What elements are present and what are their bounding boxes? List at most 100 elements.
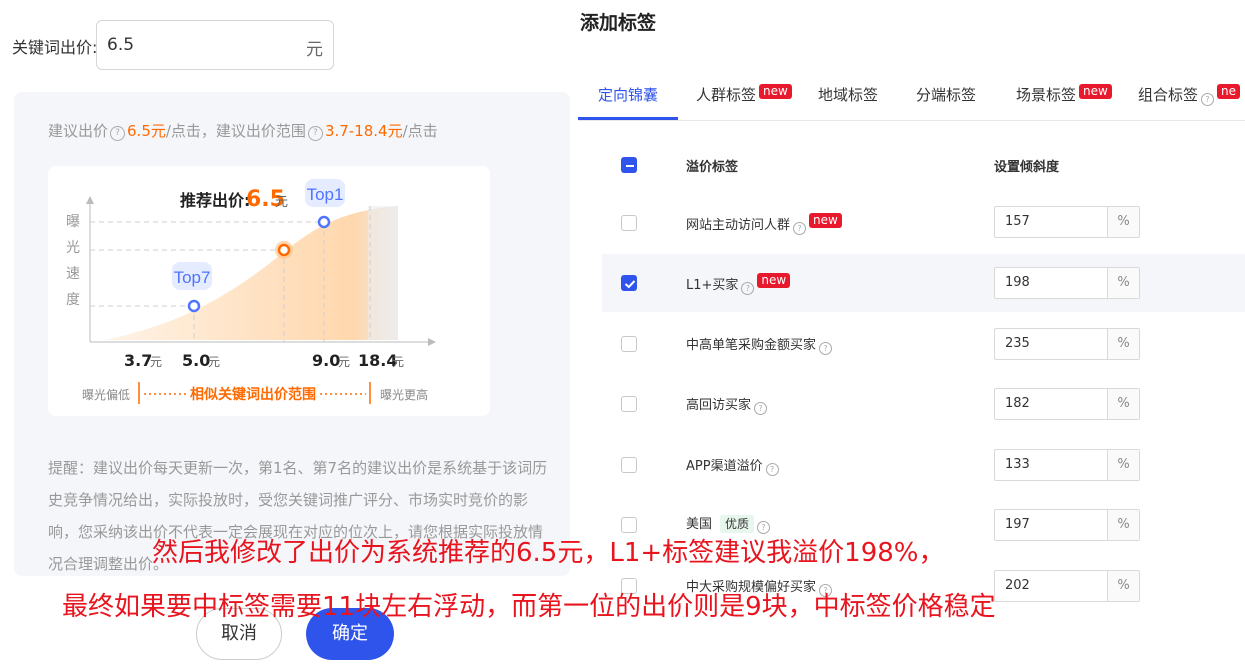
slope-value: 182: [1005, 396, 1030, 411]
ylabel-char-3: 速: [66, 266, 80, 282]
x-tick-2: 5.0: [182, 351, 210, 370]
tag-name: APP渠道溢价: [686, 459, 763, 474]
tag-name: 中高单笔采购金额买家: [686, 338, 817, 353]
help-icon[interactable]: ?: [765, 463, 779, 476]
row-checkbox-checked[interactable]: [621, 275, 637, 291]
help-icon[interactable]: ?: [1201, 93, 1215, 106]
top7-label: Top7: [174, 268, 211, 287]
help-icon[interactable]: ?: [793, 222, 807, 235]
bid-input[interactable]: 6.5 元: [96, 20, 334, 70]
x-tick-1: 3.7: [124, 351, 152, 370]
slope-input[interactable]: 182%: [994, 388, 1140, 420]
ylabel-char-2: 光: [66, 240, 80, 256]
slope-value: 235: [1005, 336, 1030, 351]
x-axis-arrow: [428, 338, 436, 346]
x-tick-3: 9.0: [312, 351, 340, 370]
row-checkbox[interactable]: [621, 336, 637, 352]
tab-label: 定向锦囊: [598, 86, 659, 104]
bid-value: 6.5: [107, 35, 135, 55]
ylabel-char-1: 曝: [66, 214, 80, 230]
x-tick-2-unit: 元: [208, 355, 220, 369]
help-icon[interactable]: ?: [741, 282, 755, 295]
slope-input[interactable]: 235%: [994, 328, 1140, 360]
tab-label: 组合标签: [1138, 86, 1199, 104]
similar-range-label: 相似关键词出价范围: [190, 386, 316, 403]
bid-label: 关键词出价:: [12, 38, 98, 57]
tag-tabs: 定向锦囊 人群标签 new 地域标签 分端标签 场景标签 new 组合标签 ?ne: [578, 72, 1245, 121]
slope-input[interactable]: 157%: [994, 206, 1140, 238]
recommended-point: [277, 243, 291, 257]
ylabel-char-4: 度: [66, 292, 80, 308]
tab-scene-tags[interactable]: 场景标签 new: [1016, 84, 1112, 105]
row-checkbox[interactable]: [621, 517, 637, 533]
exposure-low-label: 曝光偏低: [82, 387, 130, 402]
slope-input[interactable]: 198%: [994, 267, 1140, 299]
new-badge: new: [809, 213, 842, 228]
slope-input[interactable]: 133%: [994, 449, 1140, 481]
tab-combo-tags[interactable]: 组合标签 ?ne: [1138, 84, 1241, 106]
x-tick-1-unit: 元: [150, 355, 162, 369]
slope-input[interactable]: 202%: [994, 570, 1140, 602]
suggestion-suffix: /点击: [402, 122, 438, 140]
help-icon[interactable]: ?: [819, 342, 833, 355]
add-tag-title: 添加标签: [580, 12, 657, 34]
suggested-price: 6.5元: [127, 122, 166, 140]
select-all-checkbox[interactable]: [621, 157, 637, 173]
minus-icon: [626, 165, 634, 167]
percent-unit: %: [1107, 450, 1139, 480]
row-checkbox[interactable]: [621, 396, 637, 412]
top1-label: Top1: [307, 185, 344, 204]
x-tick-4-unit: 元: [392, 355, 404, 369]
top7-point: [187, 299, 201, 313]
bid-chart: Top7 Top1 推荐出价: 6.5 元 曝 光 速 度 3.7 元 5.0 …: [66, 179, 436, 404]
quality-badge: 优质: [720, 515, 755, 533]
header-tag-name: 溢价标签: [686, 160, 739, 175]
suggestion-line: 建议出价? 6.5元/点击，建议出价范围? 3.7-18.4元/点击: [48, 120, 438, 141]
table-row: 美国 优质?: [686, 513, 771, 534]
tab-label: 场景标签: [1016, 86, 1077, 104]
tab-crowd-tags[interactable]: 人群标签 new: [696, 84, 792, 105]
caption-line-1: 然后我修改了出价为系统推荐的6.5元，L1+标签建议我溢价198%，: [152, 538, 945, 568]
tag-name: 网站主动访问人群: [686, 218, 791, 233]
tag-name: 高回访买家: [686, 398, 752, 413]
tag-name: 美国: [686, 517, 713, 532]
table-row: 中高单笔采购金额买家?: [686, 334, 833, 355]
slope-input[interactable]: 197%: [994, 509, 1140, 541]
slope-value: 157: [1005, 214, 1030, 229]
table-row: L1+买家 ?new: [686, 273, 791, 295]
percent-unit: %: [1107, 510, 1139, 540]
top1-point: [317, 215, 331, 229]
active-tab-indicator: [578, 117, 678, 120]
help-icon[interactable]: ?: [754, 402, 768, 415]
suggestion-mid: /点击，建议出价范围: [165, 122, 306, 140]
caption-line-2: 最终如果要中标签需要11块左右浮动，而第一位的出价则是9块，中标签价格稳定: [62, 592, 996, 622]
exposure-high-label: 曝光更高: [380, 387, 428, 402]
new-badge: new: [757, 273, 791, 288]
x-tick-3-unit: 元: [338, 355, 350, 369]
percent-unit: %: [1107, 389, 1139, 419]
row-checkbox[interactable]: [621, 215, 637, 231]
percent-unit: %: [1107, 571, 1139, 601]
exposure-curve-area: [106, 206, 398, 340]
slope-value: 197: [1005, 517, 1030, 532]
row-checkbox[interactable]: [621, 457, 637, 473]
tab-label: 人群标签: [696, 86, 757, 104]
slope-value: 202: [1005, 578, 1030, 593]
slope-value: 133: [1005, 457, 1030, 472]
suggestion-prefix: 建议出价: [48, 122, 109, 140]
tab-region-tags[interactable]: 地域标签: [818, 84, 878, 105]
percent-unit: %: [1107, 329, 1139, 359]
table-row: APP渠道溢价?: [686, 455, 779, 476]
y-axis-arrow: [86, 196, 94, 204]
help-icon[interactable]: ?: [307, 126, 323, 141]
new-badge: ne: [1217, 84, 1241, 99]
header-slope: 设置倾斜度: [994, 160, 1060, 175]
percent-unit: %: [1107, 207, 1139, 237]
new-badge: new: [1079, 84, 1112, 99]
new-badge: new: [759, 84, 792, 99]
slope-value: 198: [1005, 275, 1030, 290]
tab-targeting-tips[interactable]: 定向锦囊: [598, 84, 658, 105]
tab-label: 地域标签: [818, 86, 879, 104]
help-icon[interactable]: ?: [110, 126, 126, 141]
tab-device-tags[interactable]: 分端标签: [916, 84, 976, 105]
